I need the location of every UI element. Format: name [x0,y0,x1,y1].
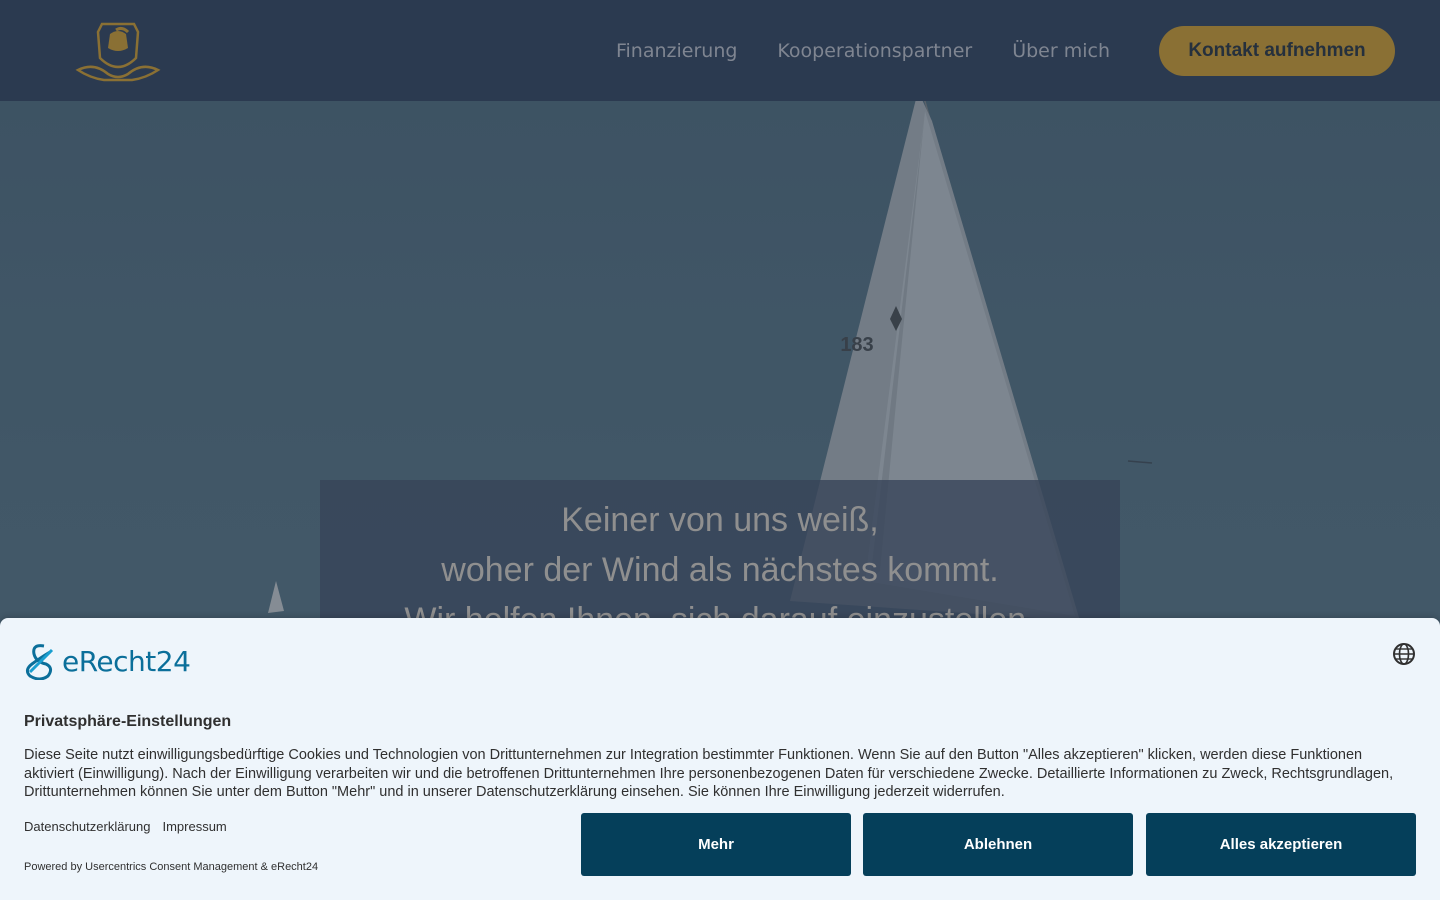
decline-button[interactable]: Ablehnen [863,813,1133,876]
helmet-crest-logo[interactable] [72,18,164,84]
site-header: Finanzierung Kooperationspartner Über mi… [0,0,1440,101]
quote-line-1: Keiner von uns weiß, [561,501,879,539]
nav-ueber-mich[interactable]: Über mich [1012,40,1110,62]
more-button[interactable]: Mehr [581,813,851,876]
nav-finanzierung[interactable]: Finanzierung [616,40,737,62]
consent-banner: eRecht24 Privatsphäre-Einstellungen Dies… [0,618,1440,900]
brand-logo: eRecht24 [24,642,191,680]
main-nav: Finanzierung Kooperationspartner Über mi… [616,0,1110,101]
quote-line-2: woher der Wind als nächstes kommt. [441,551,999,589]
globe-icon[interactable] [1392,642,1416,666]
powered-by: Powered by Usercentrics Consent Manageme… [24,861,319,873]
privacy-policy-link[interactable]: Datenschutzerklärung [24,819,150,834]
brand-name: eRecht24 [62,644,191,678]
consent-title: Privatsphäre-Einstellungen [24,713,232,730]
imprint-link[interactable]: Impressum [162,819,226,834]
consent-description: Diese Seite nutzt einwilligungsbedürftig… [24,747,1394,800]
erecht24-logo-icon [25,644,54,680]
nav-kooperationspartner[interactable]: Kooperationspartner [777,40,972,62]
contact-button[interactable]: Kontakt aufnehmen [1159,26,1395,76]
consent-links: Datenschutzerklärung Impressum [24,819,227,834]
accept-all-button[interactable]: Alles akzeptieren [1146,813,1416,876]
